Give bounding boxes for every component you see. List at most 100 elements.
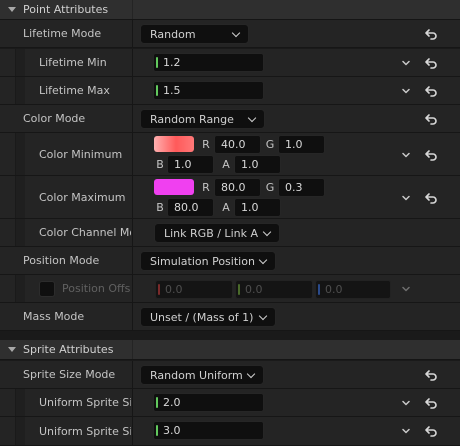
triangle-down-icon[interactable] xyxy=(8,347,16,352)
axis-label: G xyxy=(265,181,275,194)
property-label: Color Minimum xyxy=(39,147,123,161)
section-title: Sprite Attributes xyxy=(23,343,114,356)
sprite-size-mode-combo[interactable]: Random Uniform xyxy=(140,365,264,385)
axis-label: R xyxy=(202,181,210,194)
field-value: 0.3 xyxy=(285,181,303,194)
chevron-down-icon xyxy=(258,255,268,265)
row-uniform-sprite-size-min: Uniform Sprite Siz 2.0 xyxy=(0,389,460,417)
row-color-channel-mode: Color Channel Mo Link RGB / Link A xyxy=(0,219,460,247)
reset-arrow-icon[interactable] xyxy=(424,84,438,98)
property-label: Position Mode xyxy=(23,254,100,267)
position-offset-y-input[interactable]: 0.0 xyxy=(235,280,313,299)
section-point-attributes[interactable]: Point Attributes xyxy=(0,0,460,20)
section-sprite-attributes[interactable]: Sprite Attributes xyxy=(0,340,460,360)
chevron-down-icon xyxy=(258,311,268,321)
property-label: Color Channel Mo xyxy=(39,226,131,239)
reset-arrow-icon[interactable] xyxy=(424,112,438,126)
property-label: Lifetime Min xyxy=(39,56,107,69)
chevron-down-icon xyxy=(231,28,241,38)
row-lifetime-min: Lifetime Min 1.2 xyxy=(0,49,460,77)
field-value: 0.0 xyxy=(245,283,263,296)
combo-value: Unset / (Mass of 1) xyxy=(150,310,254,324)
color-minimum-g-input[interactable]: 1.0 xyxy=(278,135,325,154)
combo-value: Random Uniform xyxy=(150,368,243,382)
mass-mode-combo[interactable]: Unset / (Mass of 1) xyxy=(140,307,276,327)
color-minimum-r-input[interactable]: 40.0 xyxy=(214,135,261,154)
position-mode-combo[interactable]: Simulation Position xyxy=(140,251,276,271)
field-value: 1.0 xyxy=(174,158,192,171)
color-channel-mode-combo[interactable]: Link RGB / Link A xyxy=(154,223,280,243)
color-minimum-a-input[interactable]: 1.0 xyxy=(234,155,281,174)
row-position-mode: Position Mode Simulation Position xyxy=(0,247,460,275)
reset-arrow-icon[interactable] xyxy=(424,56,438,70)
position-offset-x-input[interactable]: 0.0 xyxy=(155,280,233,299)
axis-label: G xyxy=(265,138,275,151)
property-label: Position Offs xyxy=(62,282,130,295)
combo-value: Random Range xyxy=(150,112,234,126)
axis-label: A xyxy=(222,158,230,171)
lifetime-min-input[interactable]: 1.2 xyxy=(153,53,264,72)
property-label: Mass Mode xyxy=(23,310,85,323)
combo-value: Random xyxy=(150,27,196,41)
color-maximum-b-input[interactable]: 80.0 xyxy=(167,198,214,217)
position-offset-checkbox[interactable] xyxy=(39,281,55,297)
property-label: Lifetime Mode xyxy=(23,27,102,40)
chevron-down-icon xyxy=(247,113,257,123)
row-lifetime-max: Lifetime Max 1.5 xyxy=(0,77,460,105)
chevron-down-icon[interactable] xyxy=(402,399,410,407)
axis-label: R xyxy=(202,138,210,151)
reset-arrow-icon[interactable] xyxy=(424,148,438,162)
color-maximum-a-input[interactable]: 1.0 xyxy=(234,198,281,217)
reset-arrow-icon[interactable] xyxy=(424,191,438,205)
field-value: 80.0 xyxy=(174,201,199,214)
color-maximum-r-input[interactable]: 80.0 xyxy=(214,178,261,197)
axis-label: A xyxy=(222,201,230,214)
chevron-down-icon[interactable] xyxy=(402,285,410,293)
combo-value: Link RGB / Link A xyxy=(164,226,258,240)
chevron-down-icon[interactable] xyxy=(402,427,410,435)
field-value: 1.2 xyxy=(163,56,181,69)
field-value: 1.0 xyxy=(241,201,259,214)
axis-label: B xyxy=(156,158,164,171)
color-maximum-swatch[interactable] xyxy=(154,179,194,195)
combo-value: Simulation Position xyxy=(150,254,255,268)
field-value: 1.0 xyxy=(241,158,259,171)
triangle-down-icon[interactable] xyxy=(8,7,16,12)
color-mode-combo[interactable]: Random Range xyxy=(140,109,265,129)
position-offset-z-input[interactable]: 0.0 xyxy=(315,280,391,299)
uniform-sprite-size-min-input[interactable]: 2.0 xyxy=(153,393,264,412)
property-label: Color Mode xyxy=(23,112,86,125)
reset-arrow-icon[interactable] xyxy=(424,424,438,438)
field-value: 1.0 xyxy=(285,138,303,151)
property-label: Color Maximum xyxy=(39,190,126,204)
chevron-down-icon[interactable] xyxy=(402,87,410,95)
chevron-down-icon[interactable] xyxy=(402,59,410,67)
row-color-maximum: Color Maximum R 80.0 G 0.3 B 80.0 A 1.0 xyxy=(0,176,460,219)
lifetime-max-input[interactable]: 1.5 xyxy=(153,81,264,100)
row-color-minimum: Color Minimum R 40.0 G 1.0 B 1.0 A 1.0 xyxy=(0,133,460,176)
field-value: 0.0 xyxy=(165,283,183,296)
field-value: 40.0 xyxy=(221,138,246,151)
reset-arrow-icon[interactable] xyxy=(424,368,438,382)
section-title: Point Attributes xyxy=(23,3,109,16)
field-value: 3.0 xyxy=(163,424,181,437)
row-position-offset: Position Offs 0.0 0.0 0.0 xyxy=(0,275,460,303)
reset-arrow-icon[interactable] xyxy=(424,396,438,410)
color-maximum-g-input[interactable]: 0.3 xyxy=(278,178,325,197)
chevron-down-icon[interactable] xyxy=(402,194,410,202)
field-value: 2.0 xyxy=(163,396,181,409)
reset-arrow-icon[interactable] xyxy=(424,27,438,41)
lifetime-mode-combo[interactable]: Random xyxy=(140,24,249,44)
field-value: 1.5 xyxy=(163,84,181,97)
axis-label: B xyxy=(156,201,164,214)
property-label: Uniform Sprite Siz xyxy=(39,396,131,409)
property-label: Uniform Sprite Siz xyxy=(39,424,131,438)
chevron-down-icon xyxy=(262,227,272,237)
uniform-sprite-size-max-input[interactable]: 3.0 xyxy=(153,421,264,440)
row-color-mode: Color Mode Random Range xyxy=(0,105,460,133)
color-minimum-swatch[interactable] xyxy=(154,136,194,152)
color-minimum-b-input[interactable]: 1.0 xyxy=(167,155,214,174)
row-lifetime-mode: Lifetime Mode Random xyxy=(0,20,460,48)
chevron-down-icon[interactable] xyxy=(402,151,410,159)
field-value: 80.0 xyxy=(221,181,246,194)
